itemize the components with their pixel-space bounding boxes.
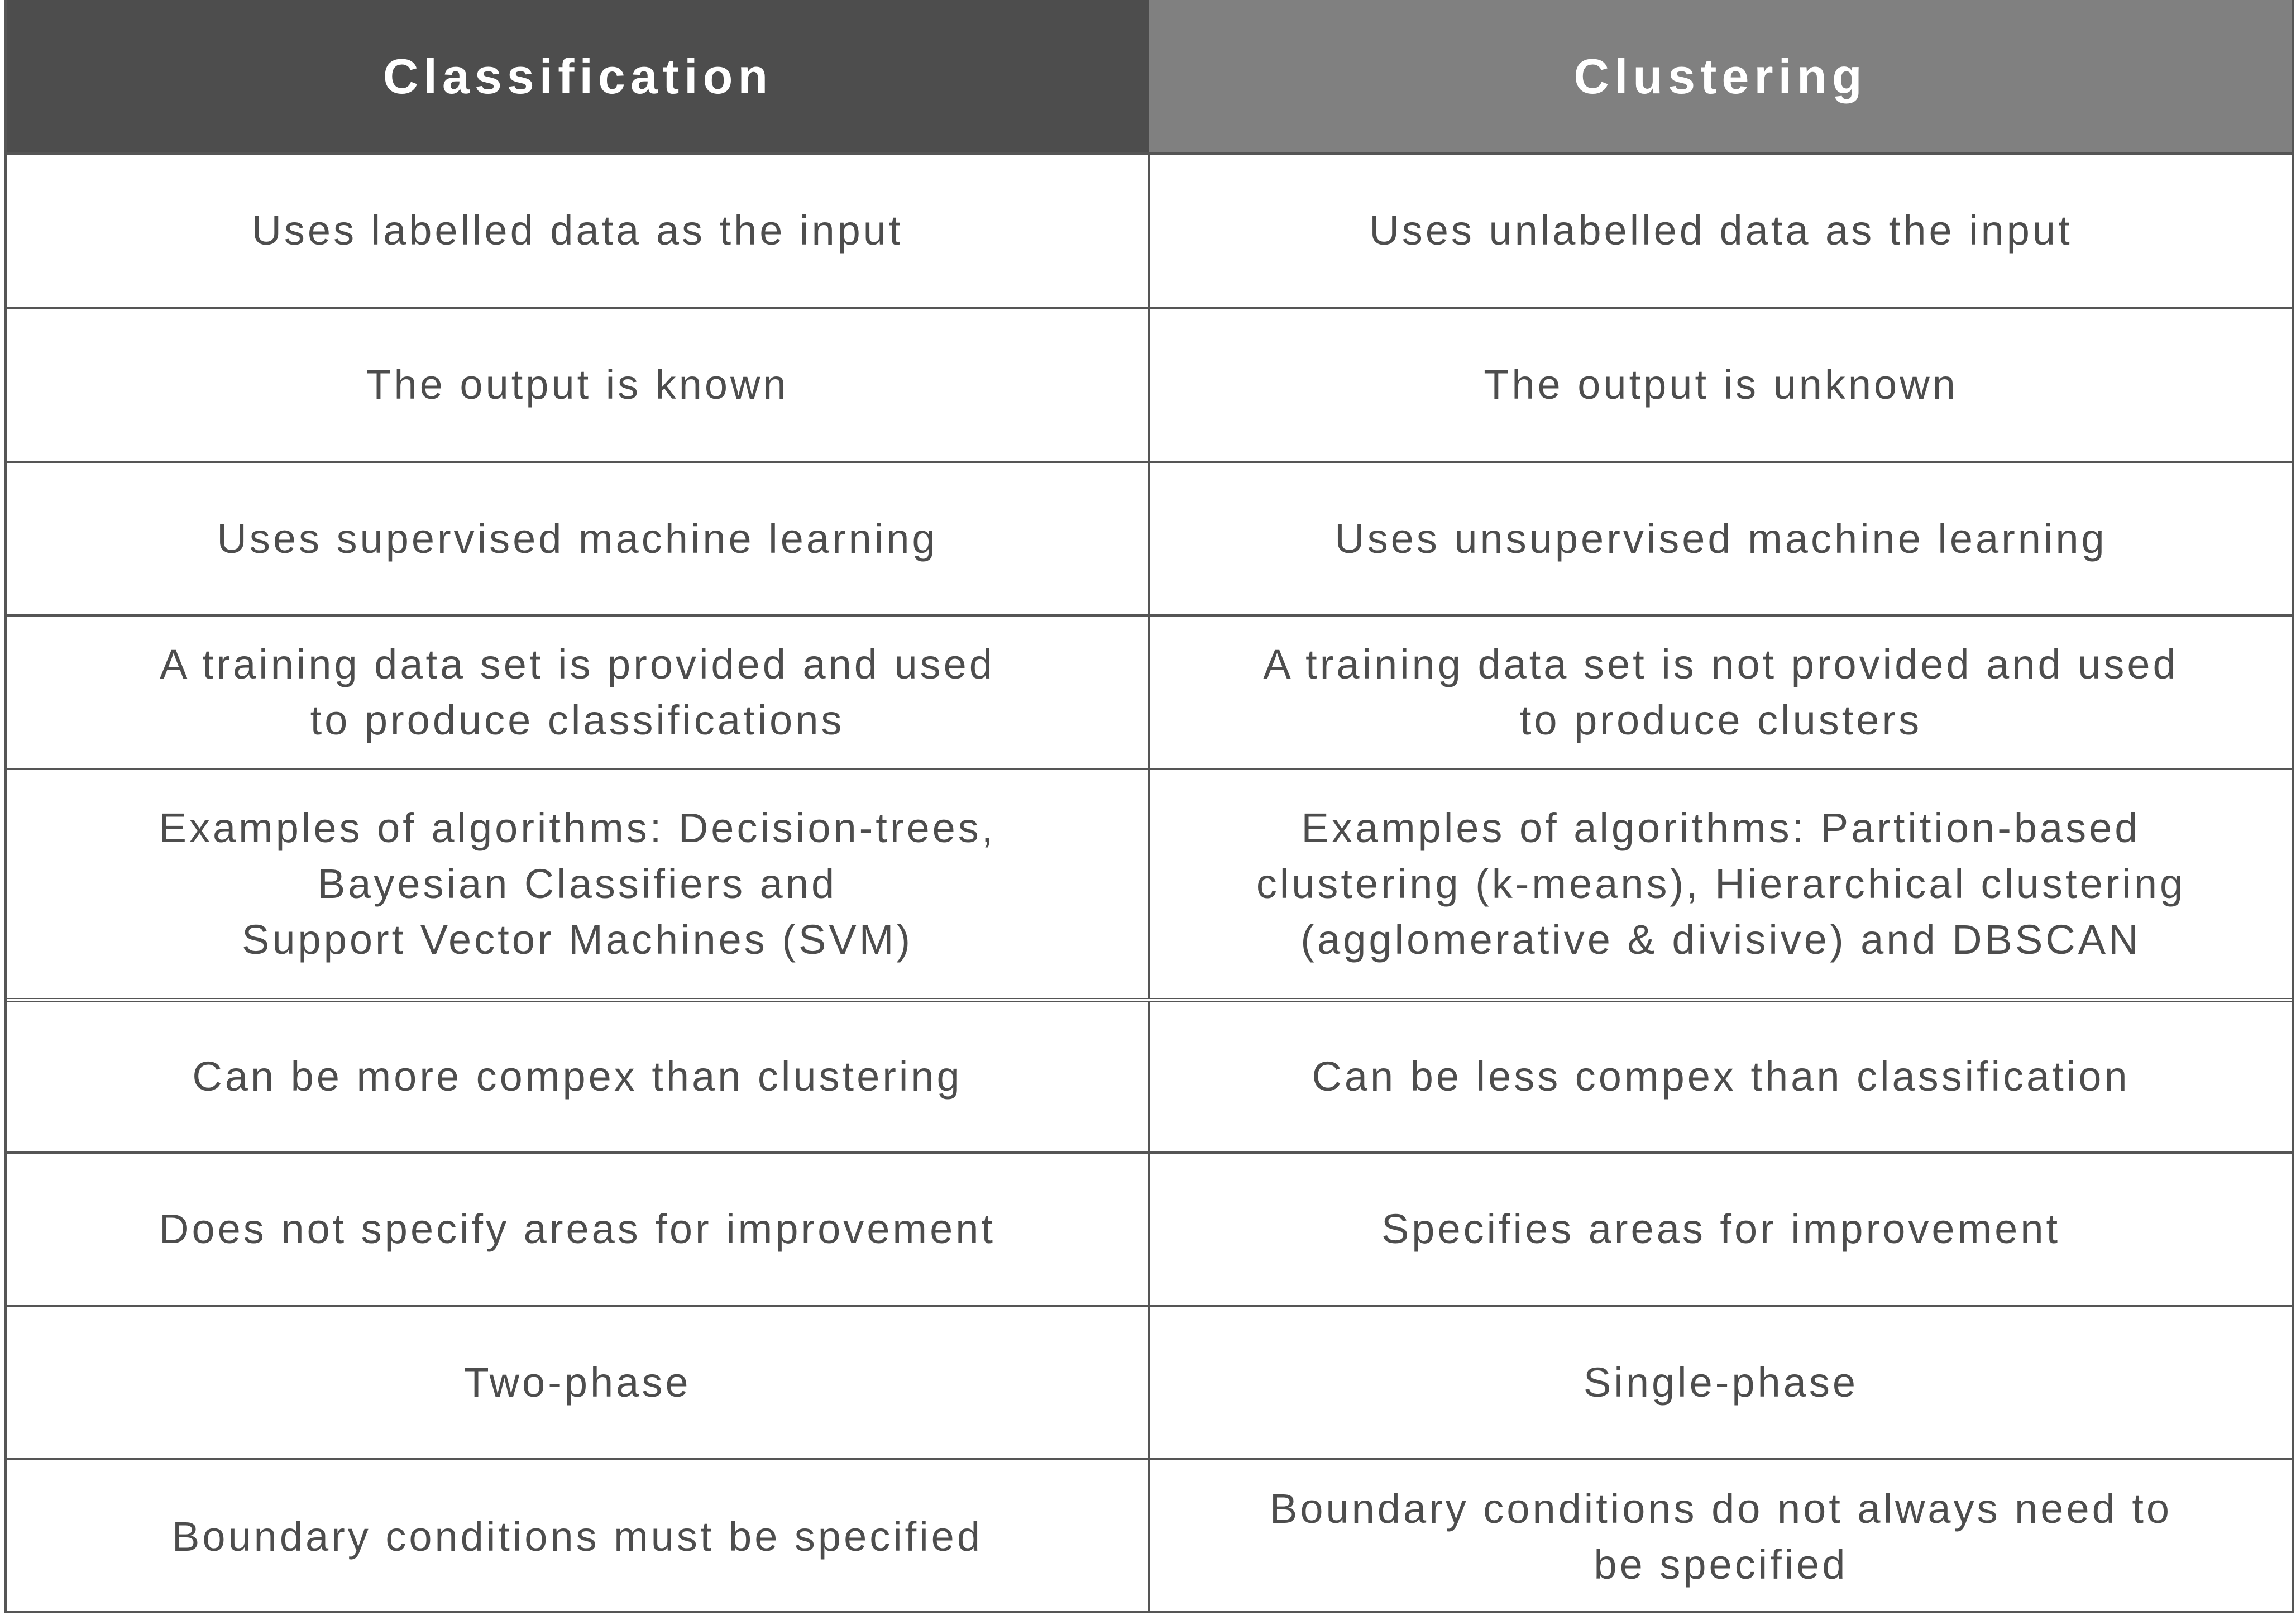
cell-text: The output is unknown bbox=[1484, 361, 1958, 408]
cell-text: Examples of algorithms: Partition-based … bbox=[1256, 805, 2186, 963]
classification-cell: The output is known bbox=[7, 309, 1150, 461]
clustering-cell: Specifies areas for improvement bbox=[1150, 1154, 2292, 1305]
clustering-cell: Boundary conditions do not always need t… bbox=[1150, 1460, 2292, 1613]
cell-text: Specifies areas for improvement bbox=[1381, 1206, 2061, 1252]
clustering-cell: Examples of algorithms: Partition-based … bbox=[1150, 770, 2292, 998]
clustering-cell: Uses unlabelled data as the input bbox=[1150, 155, 2292, 307]
clustering-cell: The output is unknown bbox=[1150, 309, 2292, 461]
table-row: A training data set is provided and used… bbox=[7, 617, 2292, 770]
clustering-cell: Can be less compex than classification bbox=[1150, 1002, 2292, 1151]
cell-text: A training data set is provided and used… bbox=[160, 641, 995, 743]
classification-cell: Uses labelled data as the input bbox=[7, 155, 1150, 307]
cell-text: Examples of algorithms: Decision-trees, … bbox=[159, 805, 996, 963]
header-classification-label: Classification bbox=[382, 48, 773, 104]
cell-text: Single-phase bbox=[1584, 1359, 1858, 1406]
header-classification: Classification bbox=[7, 0, 1149, 152]
cell-text: Can be more compex than clustering bbox=[192, 1053, 963, 1100]
table-row: Examples of algorithms: Decision-trees, … bbox=[7, 770, 2292, 1002]
cell-text: Uses supervised machine learning bbox=[217, 515, 938, 562]
classification-cell: Uses supervised machine learning bbox=[7, 463, 1150, 614]
table-header-row: Classification Clustering bbox=[7, 0, 2292, 155]
table-row: Boundary conditions must be specified Bo… bbox=[7, 1460, 2292, 1613]
header-clustering: Clustering bbox=[1149, 0, 2292, 152]
clustering-cell: Uses unsupervised machine learning bbox=[1150, 463, 2292, 614]
table-row: Two-phase Single-phase bbox=[7, 1307, 2292, 1460]
classification-cell: A training data set is provided and used… bbox=[7, 617, 1150, 768]
cell-text: Does not specify areas for improvement bbox=[159, 1206, 996, 1252]
comparison-table: Classification Clustering Uses labelled … bbox=[4, 0, 2294, 1613]
clustering-cell: Single-phase bbox=[1150, 1307, 2292, 1458]
classification-cell: Two-phase bbox=[7, 1307, 1150, 1458]
table-row: Can be more compex than clustering Can b… bbox=[7, 1002, 2292, 1154]
cell-text: Can be less compex than classification bbox=[1312, 1053, 2130, 1100]
table-row: The output is known The output is unknow… bbox=[7, 309, 2292, 463]
clustering-cell: A training data set is not provided and … bbox=[1150, 617, 2292, 768]
table-row: Uses labelled data as the input Uses unl… bbox=[7, 155, 2292, 309]
classification-cell: Does not specify areas for improvement bbox=[7, 1154, 1150, 1305]
cell-text: Boundary conditions do not always need t… bbox=[1269, 1485, 2173, 1588]
cell-text: Two-phase bbox=[463, 1359, 691, 1406]
header-clustering-label: Clustering bbox=[1573, 48, 1867, 104]
classification-cell: Examples of algorithms: Decision-trees, … bbox=[7, 770, 1150, 998]
table-row: Does not specify areas for improvement S… bbox=[7, 1154, 2292, 1307]
cell-text: Uses unsupervised machine learning bbox=[1334, 515, 2107, 562]
cell-text: Uses unlabelled data as the input bbox=[1369, 207, 2073, 254]
cell-text: Uses labelled data as the input bbox=[251, 207, 903, 254]
cell-text: The output is known bbox=[366, 361, 789, 408]
cell-text: A training data set is not provided and … bbox=[1263, 641, 2179, 743]
table-row: Uses supervised machine learning Uses un… bbox=[7, 463, 2292, 617]
cell-text: Boundary conditions must be specified bbox=[172, 1513, 983, 1560]
classification-cell: Boundary conditions must be specified bbox=[7, 1460, 1150, 1613]
classification-cell: Can be more compex than clustering bbox=[7, 1002, 1150, 1151]
